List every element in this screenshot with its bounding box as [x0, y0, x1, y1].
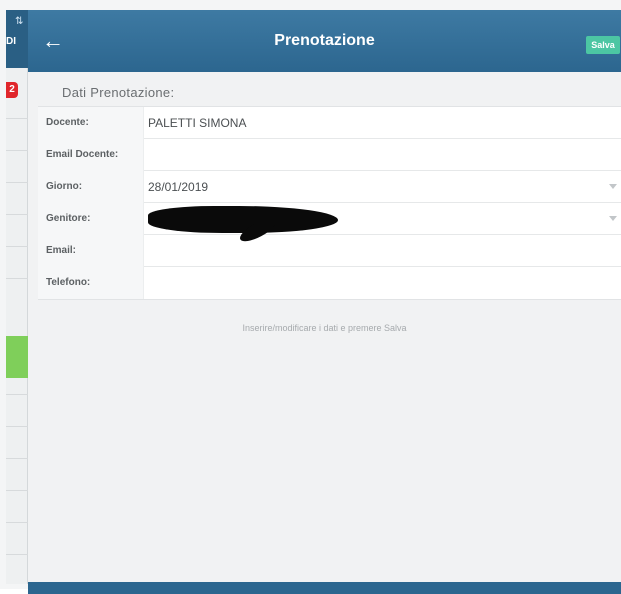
- docente-label: Docente:: [38, 107, 144, 139]
- chevron-down-icon[interactable]: [609, 184, 617, 189]
- section-title: Dati Prenotazione:: [62, 85, 175, 100]
- save-button[interactable]: Salva: [586, 36, 620, 54]
- form-hint: Inserire/modificare i dati e premere Sal…: [242, 323, 407, 333]
- chevron-down-icon[interactable]: [609, 216, 617, 221]
- form-row-email-docente: Email Docente:: [38, 139, 621, 171]
- telefono-label: Telefono:: [38, 267, 144, 299]
- page-title: Prenotazione: [274, 32, 375, 49]
- form-row-email: Email:: [38, 235, 621, 267]
- sidebar-row[interactable]: [6, 458, 28, 459]
- sidebar-row[interactable]: [6, 426, 28, 427]
- notification-badge: 2: [6, 82, 18, 98]
- sidebar-row[interactable]: [6, 394, 28, 395]
- sidebar-row[interactable]: [6, 214, 28, 215]
- form-row-docente: Docente: PALETTI SIMONA: [38, 107, 621, 139]
- form-row-giorno: Giorno: 28/01/2019: [38, 171, 621, 203]
- sidebar-header: ⇅ DI: [6, 10, 28, 68]
- sidebar-item-selected[interactable]: [6, 336, 28, 378]
- sidebar: ⇅ DI 2: [6, 10, 28, 584]
- email-field[interactable]: [146, 235, 606, 267]
- navbar: ← Prenotazione Salva: [28, 10, 621, 72]
- sidebar-row[interactable]: [6, 150, 28, 151]
- sort-icon[interactable]: ⇅: [15, 16, 23, 27]
- redaction-mark: [148, 206, 338, 233]
- giorno-label: Giorno:: [38, 171, 144, 203]
- sidebar-row[interactable]: [6, 554, 28, 555]
- form-row-telefono: Telefono:: [38, 267, 621, 299]
- email-docente-field[interactable]: [146, 139, 606, 171]
- booking-form: Docente: PALETTI SIMONA Email Docente: G…: [38, 106, 621, 300]
- sidebar-header-text: DI: [6, 36, 16, 47]
- genitore-label: Genitore:: [38, 203, 144, 235]
- docente-field[interactable]: PALETTI SIMONA: [146, 107, 606, 139]
- sidebar-row[interactable]: [6, 490, 28, 491]
- sidebar-row[interactable]: [6, 118, 28, 119]
- bottom-bar: [28, 582, 621, 594]
- sidebar-row[interactable]: [6, 182, 28, 183]
- sidebar-row[interactable]: [6, 522, 28, 523]
- email-docente-label: Email Docente:: [38, 139, 144, 171]
- form-row-genitore: Genitore:: [38, 203, 621, 246]
- sidebar-row[interactable]: [6, 278, 28, 279]
- booking-modal: ← Prenotazione Salva Dati Prenotazione: …: [28, 10, 621, 594]
- email-label: Email:: [38, 235, 144, 267]
- giorno-select[interactable]: 28/01/2019: [146, 171, 606, 203]
- telefono-field[interactable]: [146, 267, 606, 299]
- sidebar-row[interactable]: [6, 246, 28, 247]
- screen: ⇅ DI 2 ← Prenotazione Salva Dati Prenota…: [0, 0, 621, 594]
